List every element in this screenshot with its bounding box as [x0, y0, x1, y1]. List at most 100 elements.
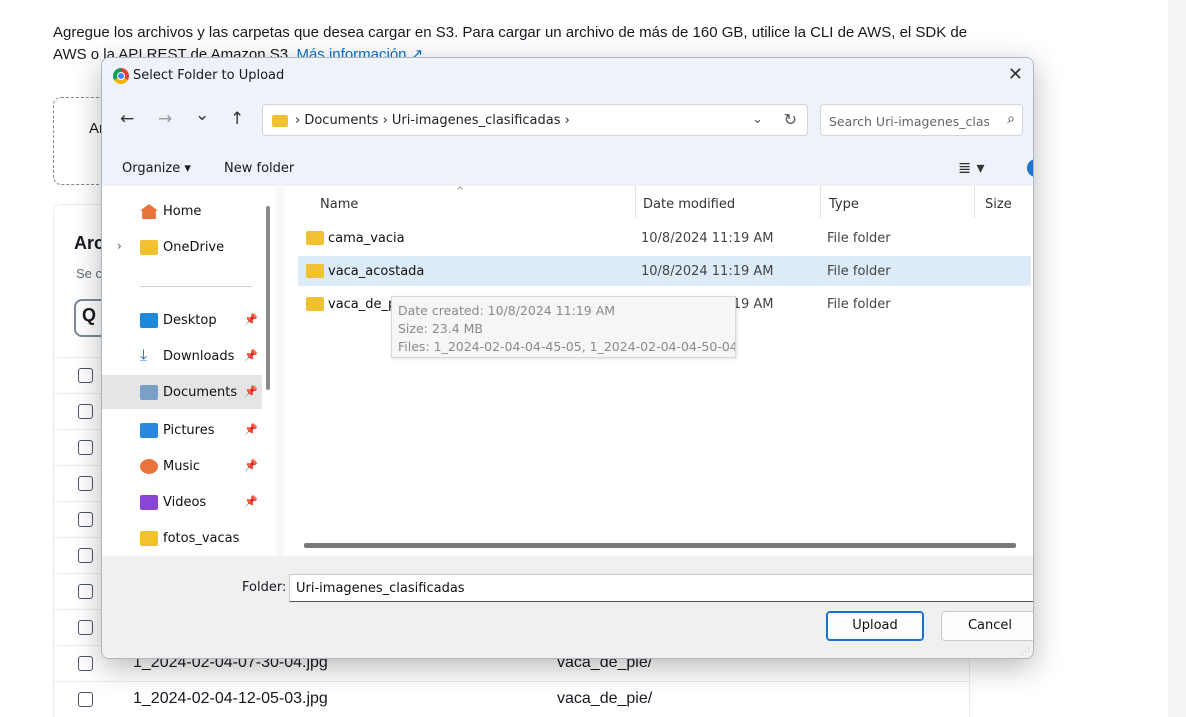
sidebar-item-label: fotos_vacas: [163, 531, 240, 546]
sidebar-item-downloads[interactable]: ⤓ Downloads 📌: [102, 339, 262, 373]
new-folder-button[interactable]: New folder: [224, 161, 294, 176]
column-size[interactable]: Size: [985, 197, 1012, 212]
panel-title: Arc: [74, 233, 105, 253]
sidebar-item-label: Desktop: [163, 313, 217, 328]
sidebar-item-label: Downloads: [163, 349, 235, 364]
column-divider[interactable]: [974, 186, 975, 218]
up-arrow-icon[interactable]: ↑: [230, 109, 244, 129]
help-icon[interactable]: ?: [1027, 159, 1033, 177]
horizontal-scrollbar[interactable]: [304, 543, 1016, 548]
folder-label: Folder:: [242, 580, 287, 595]
list-item[interactable]: vaca_acostada 10/8/2024 11:19 AM File fo…: [298, 256, 1031, 286]
chevron-right-icon[interactable]: ›: [117, 239, 122, 253]
music-icon: [140, 459, 158, 474]
folder-icon: [306, 297, 324, 311]
close-icon[interactable]: ✕: [1008, 64, 1023, 85]
pin-icon[interactable]: 📌: [244, 349, 258, 362]
sidebar-item-onedrive[interactable]: › OneDrive: [102, 230, 262, 264]
sidebar-divider: [140, 286, 252, 287]
pin-icon[interactable]: 📌: [244, 385, 258, 398]
upload-button[interactable]: Upload: [826, 611, 924, 641]
file-type: File folder: [827, 297, 891, 312]
list-item[interactable]: cama_vacia 10/8/2024 11:19 AM File folde…: [298, 223, 1031, 253]
resize-grip-icon[interactable]: ⋰: [1021, 647, 1030, 657]
cancel-button[interactable]: Cancel: [941, 611, 1033, 641]
column-divider[interactable]: [635, 186, 636, 218]
row-checkbox[interactable]: [78, 620, 93, 635]
address-bar-row: ← → ⌄ ↑ › Documents › Uri-imagenes_clasi…: [102, 92, 1033, 150]
file-type: File folder: [827, 231, 891, 246]
sidebar-scrollbar[interactable]: [266, 206, 270, 390]
recent-locations-icon[interactable]: ⌄: [195, 105, 209, 125]
pin-icon[interactable]: 📌: [244, 495, 258, 508]
tooltip-files: Files: 1_2024-02-04-04-45-05, 1_2024-02-…: [398, 339, 736, 354]
view-options-icon[interactable]: ≣ ▾: [958, 158, 985, 177]
refresh-icon[interactable]: ↻: [784, 110, 797, 129]
file-date: 10/8/2024 11:19 AM: [641, 231, 774, 246]
pictures-icon: [140, 423, 158, 438]
pin-icon[interactable]: 📌: [244, 313, 258, 326]
dialog-title: Select Folder to Upload: [133, 68, 285, 83]
navigation-pane: Home › OneDrive Desktop 📌 ⤓ Downloads 📌 …: [102, 186, 276, 556]
sidebar-item-desktop[interactable]: Desktop 📌: [102, 303, 262, 337]
column-type[interactable]: Type: [829, 197, 859, 212]
row-checkbox[interactable]: [78, 692, 93, 707]
sidebar-item-label: Pictures: [163, 423, 215, 438]
row-checkbox[interactable]: [78, 548, 93, 563]
folder-icon: [140, 240, 158, 255]
row-checkbox[interactable]: [78, 368, 93, 383]
row-checkbox[interactable]: [78, 584, 93, 599]
folder-icon: [140, 531, 158, 546]
search-placeholder: Search Uri-imagenes_clasific...: [829, 114, 989, 129]
sidebar-item-pictures[interactable]: Pictures 📌: [102, 413, 262, 447]
folder-icon: [272, 115, 288, 127]
chevron-down-icon[interactable]: ⌄: [752, 112, 763, 127]
folder-icon: [306, 264, 324, 278]
sidebar-item-label: Documents: [163, 385, 238, 400]
search-icon: ⌕: [1007, 111, 1015, 127]
address-field[interactable]: › Documents › Uri-imagenes_clasificadas …: [262, 104, 808, 136]
row-checkbox[interactable]: [78, 404, 93, 419]
documents-icon: [140, 385, 158, 400]
pin-icon[interactable]: 📌: [244, 423, 258, 436]
back-arrow-icon[interactable]: ←: [120, 109, 134, 129]
column-divider[interactable]: [820, 186, 821, 218]
column-name[interactable]: Name: [320, 197, 358, 212]
row-folder: vaca_de_pie/: [557, 690, 653, 707]
column-header-row: Name ^ Date modified Type Size: [284, 186, 1033, 218]
breadcrumb: › Documents › Uri-imagenes_clasificadas …: [295, 113, 570, 128]
sort-ascending-icon: ^: [456, 186, 465, 197]
row-checkbox[interactable]: [78, 656, 93, 671]
row-checkbox[interactable]: [78, 440, 93, 455]
dialog-footer: Folder: Uri-imagenes_clasificadas Upload…: [102, 556, 1033, 658]
download-icon: ⤓: [140, 345, 148, 364]
sidebar-item-music[interactable]: Music 📌: [102, 449, 262, 483]
file-name: cama_vacia: [328, 231, 405, 246]
chrome-icon: [113, 68, 129, 84]
forward-arrow-icon[interactable]: →: [158, 109, 172, 129]
folder-input[interactable]: Uri-imagenes_clasificadas: [289, 574, 1033, 602]
column-date[interactable]: Date modified: [643, 197, 735, 212]
sidebar-item-label: OneDrive: [163, 240, 225, 255]
organize-button[interactable]: Organize ▾: [122, 161, 191, 176]
row-checkbox[interactable]: [78, 476, 93, 491]
search-input[interactable]: Search Uri-imagenes_clasific... ⌕: [820, 104, 1023, 136]
sidebar-item-fotos-vacas[interactable]: fotos_vacas: [102, 521, 262, 555]
sidebar-item-documents[interactable]: Documents 📌: [102, 375, 262, 409]
dialog-titlebar: Select Folder to Upload ✕: [102, 58, 1033, 92]
desktop-icon: [140, 313, 158, 328]
page-scrollbar[interactable]: [1168, 0, 1186, 717]
table-row: 1_2024-02-04-12-05-03.jpg vaca_de_pie/: [54, 681, 969, 717]
row-checkbox[interactable]: [78, 512, 93, 527]
sidebar-item-videos[interactable]: Videos 📌: [102, 485, 262, 519]
sidebar-item-label: Videos: [163, 495, 207, 510]
pin-icon[interactable]: 📌: [244, 459, 258, 472]
folder-icon: [306, 231, 324, 245]
sidebar-item-home[interactable]: Home: [102, 194, 262, 228]
sidebar-item-label: Music: [163, 459, 200, 474]
home-icon: [140, 204, 158, 219]
command-bar: Organize ▾ New folder ≣ ▾ ?: [102, 150, 1033, 186]
file-date: 10/8/2024 11:19 AM: [641, 264, 774, 279]
sidebar-item-label: Home: [163, 204, 202, 219]
search-icon: Q: [82, 305, 97, 325]
